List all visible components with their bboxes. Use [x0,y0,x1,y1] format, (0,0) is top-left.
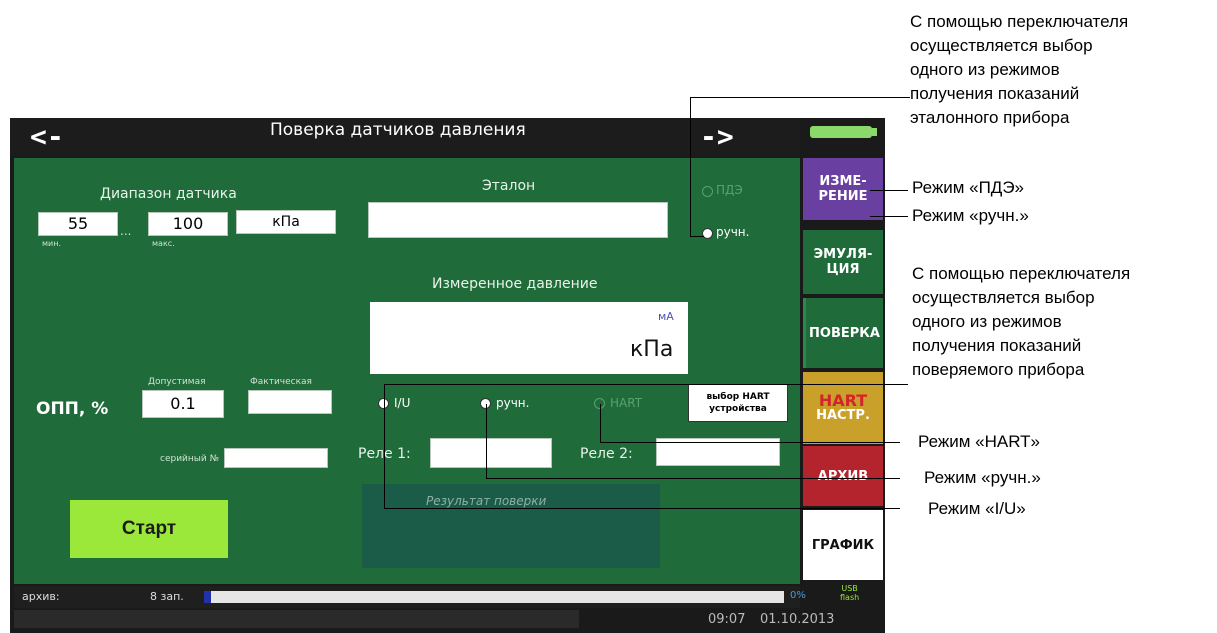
tab-emulation-line2: ЦИЯ [826,262,860,277]
opp-allowed-field[interactable]: 0.1 [142,390,224,418]
reference-value-field[interactable] [368,202,668,238]
radio-ref-pde[interactable] [702,186,713,197]
result-label: Результат поверки [426,494,547,508]
hart-select-line2: устройства [709,404,767,414]
tab-measurement-line1: ИЗМЕ- [819,174,867,189]
hart-select-line1: выбор HART [706,392,770,402]
anno-line-hart-vert [600,404,601,442]
status-bar-lower [14,610,579,628]
anno-line-manual-dev [486,478,900,479]
tab-hart-line1: HART [818,391,868,410]
serial-field[interactable] [224,448,328,468]
anno-line-manual-vert [486,404,487,478]
anno-mid-line: С помощью переключателя [912,264,1131,283]
archive-progress-bar [204,591,784,603]
usb-line2: flash [840,593,860,602]
anno-line-iu-vert [384,384,385,508]
opp-actual-label: Фактическая [250,377,312,387]
measured-title: Измеренное давление [432,276,598,292]
anno-mid-line: получения показаний [912,336,1082,355]
range-dots: ... [120,224,132,238]
tab-verification-label: ПОВЕРКА [809,325,880,341]
range-max-label: макс. [152,239,175,248]
anno-top-line: осуществляется выбор [910,36,1093,55]
opp-actual-field [248,390,332,414]
archive-records: 8 зап. [150,590,184,603]
usb-flash-indicator: USB flash [840,584,859,602]
tab-hart-settings[interactable]: HART НАСТР. [803,372,883,444]
range-max-field[interactable]: 100 [148,212,228,236]
hart-select-button[interactable]: выбор HART устройства [688,384,788,422]
reference-title: Эталон [482,178,536,194]
radio-dev-iu-label: I/U [394,396,411,410]
anno-top-line: получения показаний [910,84,1080,103]
tab-measurement-line2: РЕНИЕ [818,189,868,204]
start-button[interactable]: Старт [70,500,228,558]
annotation-mode-hart: Режим «HART» [918,432,1041,451]
anno-top-line: С помощью переключателя [910,12,1129,31]
usb-line1: USB [841,584,858,593]
annotation-top-block: С помощью переключателя осуществляется в… [910,10,1128,130]
anno-line-pde [870,190,908,191]
tab-graph[interactable]: ГРАФИК [803,510,883,580]
battery-icon [810,126,872,138]
anno-line-iu [384,508,900,509]
annotation-mid-block: С помощью переключателя осуществляется в… [912,262,1130,382]
relay1-field[interactable] [430,438,552,468]
anno-line-dev-top [384,384,908,385]
anno-line-hart [600,442,900,443]
radio-ref-manual-label: ручн. [716,225,750,239]
tab-archive-label: АРХИВ [817,468,869,484]
range-min-label: мин. [42,239,62,248]
anno-top-line: эталонного прибора [910,108,1070,127]
annotation-mode-manual-ref: Режим «ручн.» [912,206,1029,225]
tab-hart-line2: НАСТР. [816,408,870,423]
clock-time: 09:07 [708,612,746,627]
annotation-mode-manual-dev: Режим «ручн.» [924,468,1041,487]
archive-progress-text: 0% [790,590,806,601]
measured-unit-small: мА [658,310,674,323]
archive-label: архив: [22,590,60,603]
anno-top-line: одного из режимов [910,60,1060,79]
anno-line-ref-vert [690,97,691,237]
range-min-field[interactable]: 55 [38,212,118,236]
opp-label: ОПП, % [36,399,109,419]
tab-archive[interactable]: АРХИВ [803,446,883,506]
tab-measurement[interactable]: ИЗМЕ- РЕНИЕ [803,158,883,220]
forward-button[interactable]: -> [700,120,734,153]
anno-line-manual-ref [870,216,908,217]
page-title: Поверка датчиков давления [270,120,526,140]
anno-line-ref-end [690,236,704,237]
range-unit-select[interactable]: кПа [236,210,336,234]
opp-allowed-label: Допустимая [148,377,206,387]
anno-mid-line: поверяемого прибора [912,360,1085,379]
tab-emulation[interactable]: ЭМУЛЯ- ЦИЯ [803,230,883,294]
relay2-label: Реле 2: [580,446,633,462]
sensor-range-title: Диапазон датчика [100,186,237,202]
radio-dev-manual-label: ручн. [496,396,530,410]
tab-emulation-line1: ЭМУЛЯ- [813,247,873,262]
measured-unit-big: кПа [630,337,674,362]
annotation-mode-pde: Режим «ПДЭ» [912,178,1024,197]
back-button[interactable]: <- [30,120,64,153]
annotation-mode-iu: Режим «I/U» [928,499,1026,518]
battery-tip [872,128,877,136]
tab-verification[interactable]: ПОВЕРКА [803,298,883,368]
clock-date: 01.10.2013 [760,612,835,627]
tab-graph-label: ГРАФИК [811,537,875,553]
anno-mid-line: осуществляется выбор [912,288,1095,307]
anno-line-ref-top [690,97,910,98]
radio-dev-hart-label: HART [610,396,643,410]
radio-ref-manual[interactable] [702,228,713,239]
archive-progress-fill [204,591,211,603]
radio-ref-pde-label: ПДЭ [716,183,743,197]
anno-mid-line: одного из режимов [912,312,1062,331]
serial-label: серийный № [160,454,219,464]
